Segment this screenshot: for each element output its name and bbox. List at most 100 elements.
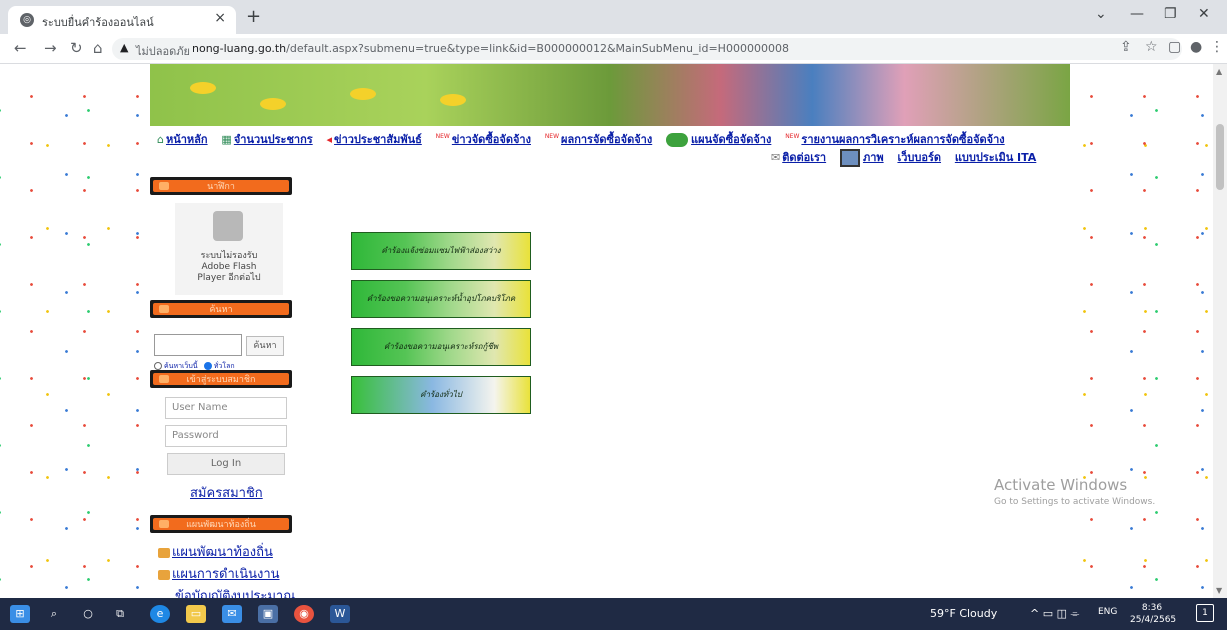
plan-header-label: แผนพัฒนาท้องถิ่น: [186, 520, 256, 530]
top-menu: ⌂ หน้าหลัก ▦ จำนวนประชากร ◂ ข่าวประชาสัมพัน…: [157, 130, 1015, 148]
menu-contact[interactable]: ติดต่อเรา: [782, 148, 826, 166]
warning-icon[interactable]: ▲: [120, 41, 128, 54]
activation-watermark: Activate Windows Go to Settings to activ…: [994, 476, 1155, 507]
minimize-button[interactable]: —: [1130, 6, 1144, 22]
envelope-icon: ✉: [771, 151, 781, 164]
menu-population[interactable]: จำนวนประชากร: [234, 130, 313, 148]
page-scrollbar[interactable]: ▲ ▼: [1213, 64, 1227, 598]
flash-message: ระบบไม่รองรับ Adobe Flash Player อีกต่อไ…: [197, 251, 261, 283]
plan-header: แผนพัฒนาท้องถิ่น: [150, 515, 292, 533]
radio-web[interactable]: [203, 362, 212, 370]
bookmark-star-icon[interactable]: ☆: [1145, 39, 1158, 55]
request-general-button[interactable]: คำร้องทั่วไป: [351, 376, 531, 414]
word-icon[interactable]: W: [330, 605, 350, 623]
request-streetlight-button[interactable]: คำร้องแจ้งซ่อมแซมไฟฟ้าส่องสว่าง: [351, 232, 531, 270]
mail-icon[interactable]: ✉: [222, 605, 242, 623]
menu-news[interactable]: ข่าวประชาสัมพันธ์: [334, 130, 422, 148]
sidepanel-icon[interactable]: ▢: [1168, 39, 1181, 55]
search-input[interactable]: [154, 334, 242, 356]
scroll-down-icon[interactable]: ▼: [1216, 586, 1222, 595]
weather-widget[interactable]: 59°F Cloudy: [930, 607, 997, 620]
flash-placeholder: ระบบไม่รองรับ Adobe Flash Player อีกต่อไ…: [175, 203, 283, 295]
password-field[interactable]: Password: [165, 425, 287, 447]
url-text[interactable]: nong-luang.go.th/default.aspx?submenu=tr…: [192, 42, 789, 55]
menu-procurement-news[interactable]: ข่าวจัดซื้อจัดจ้าง: [452, 130, 531, 148]
new-tab-button[interactable]: +: [246, 6, 261, 27]
tab-close-button[interactable]: ×: [214, 10, 226, 26]
radio-site-label: ค้นหาเว็บนี้: [164, 362, 198, 370]
pin-icon: ◂: [326, 133, 333, 146]
cortana-icon[interactable]: ○: [78, 605, 98, 623]
menu-gallery[interactable]: ภาพ: [863, 148, 884, 166]
system-tray-icons[interactable]: ^ ▭ ◫ ⌯: [1030, 607, 1079, 621]
insecure-label[interactable]: ไม่ปลอดภัย: [136, 42, 190, 60]
puzzle-icon: [213, 211, 243, 241]
page-viewport: ⌂ หน้าหลัก ▦ จำนวนประชากร ◂ ข่าวประชาสัมพัน…: [0, 64, 1213, 598]
sale-icon: [666, 132, 689, 147]
windows-taskbar: ⊞ ⌕ ○ ⧉ e ▭ ✉ ▣ ◉ W 59°F Cloudy ^ ▭ ◫ ⌯ …: [0, 598, 1227, 630]
home-icon: ⌂: [157, 133, 164, 146]
notification-icon[interactable]: 1: [1196, 604, 1214, 622]
flower-decoration: [350, 88, 376, 100]
radio-web-label: ทั่วโลก: [213, 362, 235, 370]
top-menu-row2: ✉ ติดต่อเรา ภาพ เว็บบอร์ด แบบประเมิน ITA: [771, 148, 1046, 167]
store-icon[interactable]: ▣: [258, 605, 278, 623]
page-content: ⌂ หน้าหลัก ▦ จำนวนประชากร ◂ ข่าวประชาสัมพัน…: [145, 64, 1075, 598]
menu-home[interactable]: หน้าหลัก: [166, 130, 208, 148]
request-ambulance-button[interactable]: คำร้องขอความอนุเคราะห์รถกู้ชีพ: [351, 328, 531, 366]
omnibox[interactable]: ▲ ไม่ปลอดภัย nong-luang.go.th/default.as…: [112, 38, 1182, 60]
plan-icon: [158, 569, 170, 580]
search-button[interactable]: ค้นหา: [246, 336, 284, 356]
flower-decoration: [260, 98, 286, 110]
header-banner: [150, 64, 1070, 126]
address-bar: ← → ↻ ⌂ ▲ ไม่ปลอดภัย nong-luang.go.th/de…: [0, 34, 1227, 64]
browser-tab[interactable]: ◎ ระบบยื่นคำร้องออนไลน์ ×: [8, 6, 236, 34]
plan-link-operations[interactable]: แผนการดำเนินงาน: [158, 563, 280, 584]
scroll-up-icon[interactable]: ▲: [1216, 67, 1222, 76]
chrome-icon[interactable]: ◉: [294, 605, 314, 623]
menu-procurement-analysis[interactable]: รายงานผลการวิเคราะห์ผลการจัดซื้อจัดจ้าง: [801, 130, 1004, 148]
new-badge: NEW: [785, 133, 800, 140]
member-header: เข้าสู่ระบบสมาชิก: [150, 370, 292, 388]
username-field[interactable]: User Name: [165, 397, 287, 419]
tab-search-icon[interactable]: ⌄: [1095, 6, 1107, 22]
browser-tab-bar: ◎ ระบบยื่นคำร้องออนไลน์ × + ⌄ — ❐ ✕: [0, 0, 1227, 34]
scroll-thumb[interactable]: [1216, 124, 1224, 190]
home-icon[interactable]: ⌂: [93, 39, 103, 57]
radio-site[interactable]: [154, 362, 162, 370]
reload-icon[interactable]: ↻: [70, 39, 83, 57]
flower-decoration: [440, 94, 466, 106]
edge-icon[interactable]: e: [150, 605, 170, 623]
task-view-icon[interactable]: ⧉: [110, 605, 130, 623]
plan-link-local-development[interactable]: แผนพัฒนาท้องถิ่น: [158, 541, 273, 562]
login-button[interactable]: Log In: [167, 453, 285, 475]
menu-procurement-results[interactable]: ผลการจัดซื้อจัดจ้าง: [561, 130, 652, 148]
register-link[interactable]: สมัครสมาชิก: [190, 482, 263, 503]
menu-procurement-plan[interactable]: แผนจัดซื้อจัดจ้าง: [691, 130, 771, 148]
globe-icon: ◎: [20, 13, 34, 27]
menu-webboard[interactable]: เว็บบอร์ด: [897, 148, 941, 166]
language-indicator[interactable]: ENG: [1098, 607, 1117, 617]
plan-icon: [158, 547, 170, 558]
forward-icon[interactable]: →: [44, 39, 57, 57]
menu-kebab-icon[interactable]: ⋮: [1210, 39, 1224, 55]
search-header-label: ค้นหา: [209, 305, 233, 315]
population-icon: ▦: [221, 133, 232, 146]
restore-button[interactable]: ❐: [1164, 6, 1177, 22]
windows-start-icon[interactable]: ⊞: [10, 605, 30, 623]
clock-date: 25/4/2565: [1130, 615, 1177, 625]
back-icon[interactable]: ←: [14, 39, 27, 57]
clock-time: 8:36: [1141, 603, 1163, 613]
request-water-button[interactable]: คำร้องขอความอนุเคราะห์น้ำอุปโภคบริโภค: [351, 280, 531, 318]
plan-link-budget[interactable]: ข้อบัญญัติงบประมาณ: [175, 585, 295, 598]
share-icon[interactable]: ⇪: [1120, 39, 1132, 55]
search-header: ค้นหา: [150, 300, 292, 318]
url-path: /default.aspx?submenu=true&type=link&id=…: [286, 42, 789, 55]
file-explorer-icon[interactable]: ▭: [186, 605, 206, 623]
search-icon[interactable]: ⌕: [44, 605, 64, 623]
close-window-button[interactable]: ✕: [1198, 6, 1210, 22]
new-badge: NEW: [435, 133, 450, 140]
menu-ita[interactable]: แบบประเมิน ITA: [955, 148, 1036, 166]
profile-icon[interactable]: ●: [1190, 39, 1202, 55]
system-clock[interactable]: 8:36 25/4/2565: [1130, 602, 1177, 626]
